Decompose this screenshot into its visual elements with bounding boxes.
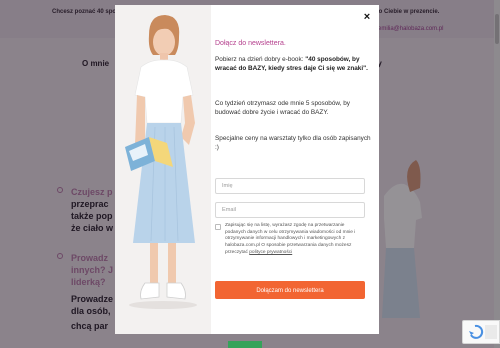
- subscribe-button[interactable]: Dołączam do newslettera: [215, 281, 365, 299]
- newsletter-popup: × Dołącz do newslettera. Pobierz na dzie…: [115, 5, 379, 334]
- woman-with-book-photo: [115, 5, 211, 334]
- recaptcha-icon: [469, 324, 497, 339]
- name-input[interactable]: [215, 178, 365, 194]
- popup-title: Dołącz do newslettera.: [215, 40, 286, 47]
- special-prices-text: Specjalne ceny na warsztaty tylko dla os…: [215, 135, 371, 151]
- newsletter-form-area: Dołącz do newslettera. Pobierz na dzień …: [215, 5, 375, 334]
- bottom-badge: [228, 341, 262, 348]
- ebook-offer-intro: Pobierz na dzień dobry e-book:: [215, 56, 306, 63]
- weekly-tips-text: Co tydzień otrzymasz ode mnie 5 sposobów…: [215, 100, 350, 116]
- email-input[interactable]: [215, 202, 365, 218]
- consent-checkbox[interactable]: [215, 224, 221, 230]
- consent-text: Zapisując się na listę, wyrażasz zgodę n…: [225, 223, 365, 257]
- ebook-offer-text: Pobierz na dzień dobry e-book: "40 sposo…: [215, 56, 373, 73]
- recaptcha-badge[interactable]: [462, 320, 500, 344]
- privacy-policy-link[interactable]: polityce prywatności: [249, 250, 292, 255]
